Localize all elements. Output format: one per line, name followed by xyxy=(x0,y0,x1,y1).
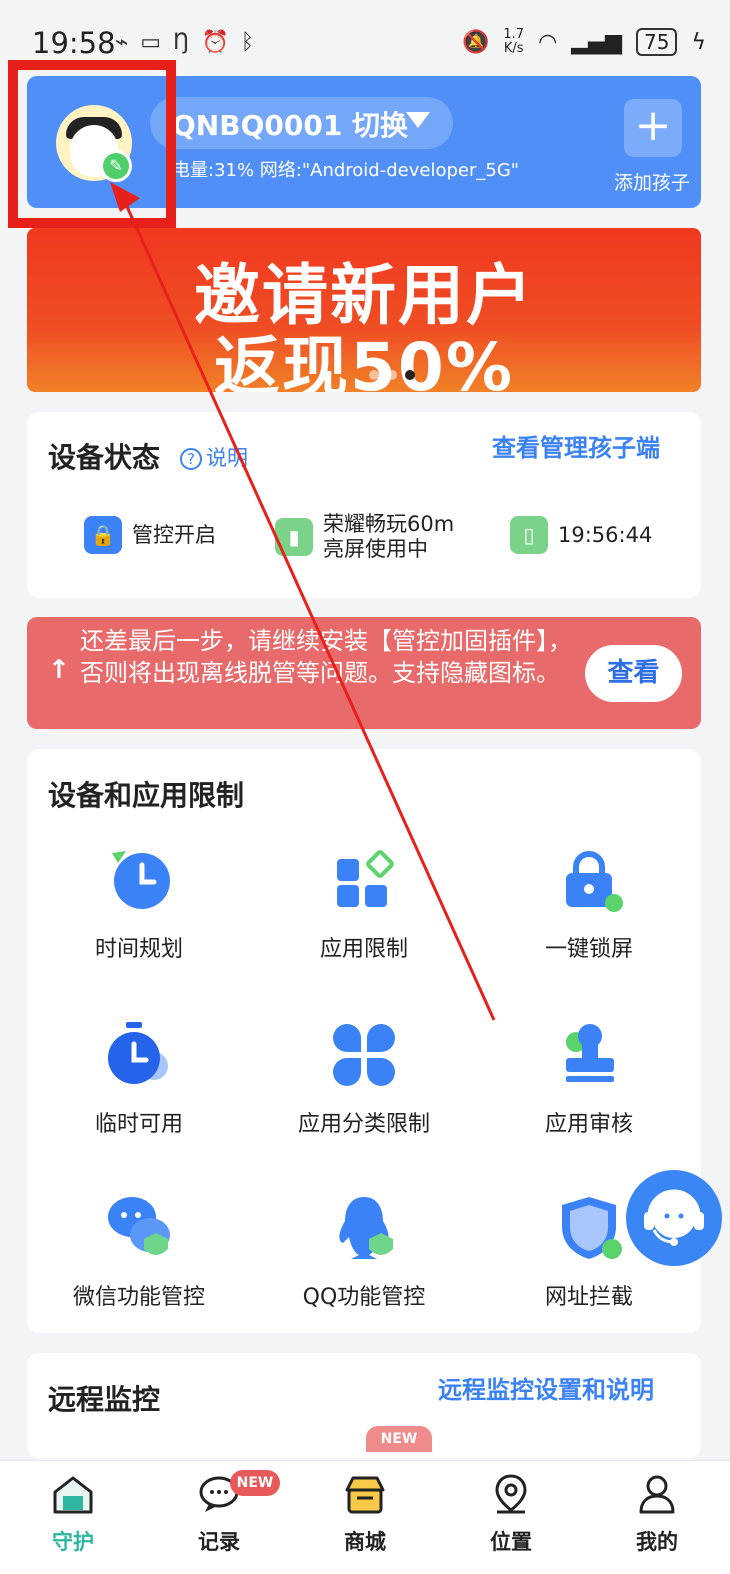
feature-app-review[interactable]: 应用审核 xyxy=(477,1020,701,1138)
network-speed: 1.7 K/s xyxy=(503,27,525,56)
feature-app-limit[interactable]: 应用限制 xyxy=(252,845,476,963)
status-last-sync: ▯ 19:56:44 xyxy=(510,516,652,554)
app-grid-icon xyxy=(329,845,399,915)
status-notification-icons: ⌁ ▭ Ŋ ⏰ ᛒ xyxy=(115,30,254,55)
status-control-on: 🔒 管控开启 xyxy=(84,516,216,554)
feature-category-limit[interactable]: 应用分类限制 xyxy=(252,1020,476,1138)
arrow-up-icon: ↑ xyxy=(48,655,70,685)
headset-icon xyxy=(644,1189,704,1246)
wechat-icon xyxy=(104,1193,174,1263)
usb-icon: ⌁ xyxy=(115,30,129,55)
pager-dot-active xyxy=(405,370,415,380)
plus-icon: + xyxy=(634,100,672,151)
restrictions-title: 设备和应用限制 xyxy=(48,779,245,812)
feature-temp-available[interactable]: 临时可用 xyxy=(27,1020,251,1138)
nav-guard[interactable]: 守护 xyxy=(0,1472,146,1556)
device-info: 电量:31% 网络:"Android-developer_5G" xyxy=(172,160,520,181)
stopwatch-icon xyxy=(104,1020,174,1090)
banner-pager xyxy=(369,370,415,380)
status-time: 19:58 xyxy=(32,26,116,60)
question-icon: ? xyxy=(180,448,202,470)
promo-banner[interactable]: 邀请新用户 返现50% xyxy=(27,228,701,392)
shield-icon xyxy=(554,1193,624,1263)
device-status-title: 设备状态 xyxy=(48,441,161,474)
status-system-icons: 🔕 1.7 K/s ◠ ▂▄▆ 75 ϟ xyxy=(462,28,706,56)
lock-icon: 🔒 xyxy=(84,516,122,554)
feature-wechat-control[interactable]: 微信功能管控 xyxy=(27,1193,251,1311)
nav-shop[interactable]: 商城 xyxy=(292,1472,438,1556)
battery-indicator: 75 xyxy=(636,28,678,56)
view-child-link[interactable]: 查看管理孩子端 xyxy=(492,428,660,463)
customer-support-button[interactable] xyxy=(626,1170,722,1266)
charging-icon: ϟ xyxy=(691,29,706,55)
banner-subheadline: 返现50% xyxy=(214,329,514,392)
dropdown-caret-icon[interactable] xyxy=(406,112,430,128)
add-child-button[interactable]: + xyxy=(624,99,682,157)
feature-lock-screen[interactable]: 一键锁屏 xyxy=(477,845,701,963)
nfc-icon: Ŋ xyxy=(173,30,190,55)
tablet-icon: ▯ xyxy=(510,516,548,554)
help-link[interactable]: ? 说明 xyxy=(180,442,248,472)
signal-icon: ▮ xyxy=(275,518,313,556)
feature-qq-control[interactable]: QQ功能管控 xyxy=(252,1193,476,1311)
cell-signal-icon: ▂▄▆ xyxy=(571,29,623,55)
view-alert-button[interactable]: 查看 xyxy=(585,645,682,702)
pager-dot xyxy=(387,370,397,380)
shop-icon xyxy=(343,1472,387,1516)
home-icon xyxy=(51,1472,95,1516)
lock-icon xyxy=(554,845,624,915)
profile-icon xyxy=(635,1472,679,1516)
location-icon xyxy=(489,1472,533,1516)
mute-icon: 🔕 xyxy=(461,29,490,55)
wifi-icon: ◠ xyxy=(538,29,558,55)
remote-settings-link[interactable]: 远程监控设置和说明 xyxy=(438,1370,654,1405)
cast-icon: ▭ xyxy=(140,30,162,55)
bluetooth-icon: ᛒ xyxy=(240,30,255,55)
pager-dot xyxy=(369,370,379,380)
new-badge: NEW xyxy=(366,1426,432,1452)
stamp-icon xyxy=(554,1020,624,1090)
device-name[interactable]: QNBQ0001 切换 xyxy=(172,104,408,144)
nav-location[interactable]: 位置 xyxy=(438,1472,584,1556)
alarm-icon: ⏰ xyxy=(201,30,229,55)
feature-time-plan[interactable]: 时间规划 xyxy=(27,845,251,963)
remote-monitor-title: 远程监控 xyxy=(48,1383,161,1416)
nav-profile[interactable]: 我的 xyxy=(584,1472,730,1556)
qq-icon xyxy=(329,1193,399,1263)
add-child-label[interactable]: 添加孩子 xyxy=(614,168,690,195)
alert-message: 还差最后一步，请继续安装【管控加固插件】，否则将出现离线脱管等问题。支持隐藏图标… xyxy=(80,627,572,687)
category-icon xyxy=(329,1020,399,1090)
annotation-highlight-box xyxy=(8,60,176,228)
nav-new-badge: NEW xyxy=(230,1470,280,1496)
clock-icon xyxy=(104,845,174,915)
status-device-usage: ▮ 荣耀畅玩60m 亮屏使用中 xyxy=(275,512,454,562)
